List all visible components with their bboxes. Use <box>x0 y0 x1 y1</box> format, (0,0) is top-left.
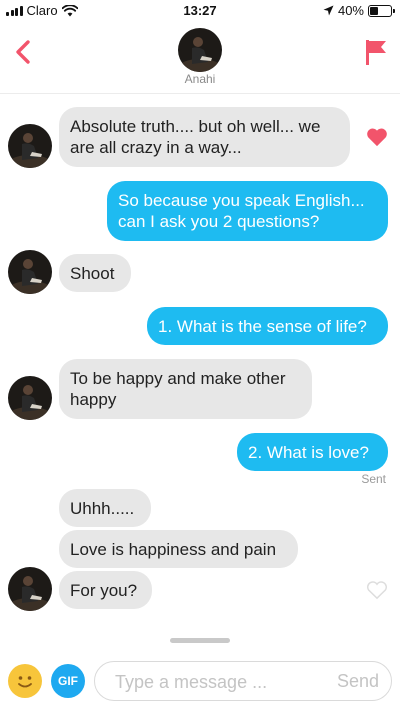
message-bubble-sent[interactable]: 1. What is the sense of life? <box>147 307 388 345</box>
avatar-photo <box>8 124 52 168</box>
avatar-photo <box>8 567 52 611</box>
like-heart-outline-icon[interactable] <box>366 580 388 600</box>
message-text: Absolute truth.... but oh well... we are… <box>70 117 321 157</box>
smiley-icon <box>18 676 32 688</box>
message-bubble-received[interactable]: Shoot <box>59 254 131 292</box>
flag-icon <box>366 40 386 65</box>
battery-percent: 40% <box>337 3 364 18</box>
chat-header: Anahi <box>0 22 400 94</box>
message-text: For you? <box>70 581 138 600</box>
status-right: 40% <box>323 3 395 18</box>
scroll-handle <box>170 638 230 643</box>
delivery-status: Sent <box>361 472 386 486</box>
message-bubble-sent[interactable]: So because you speak English... can I as… <box>107 181 388 241</box>
battery-level <box>370 6 378 15</box>
back-button[interactable] <box>10 36 38 68</box>
message-text: So because you speak English... can I as… <box>118 191 365 231</box>
chevron-left-icon <box>16 40 30 64</box>
like-heart-icon[interactable] <box>366 127 388 147</box>
gif-button[interactable]: GIF <box>51 664 85 698</box>
message-bubble-received[interactable]: For you? <box>59 571 152 609</box>
contact-name: Anahi <box>184 72 216 86</box>
message-bubble-received[interactable]: Uhhh..... <box>59 489 151 527</box>
message-text: 1. What is the sense of life? <box>158 317 367 336</box>
message-text: Uhhh..... <box>70 499 135 518</box>
send-button[interactable]: Send <box>337 671 379 692</box>
sender-avatar[interactable] <box>8 124 52 168</box>
emoji-button[interactable] <box>8 664 42 698</box>
avatar-photo <box>8 250 52 294</box>
message-bubble-received[interactable]: To be happy and make other happy <box>59 359 312 419</box>
message-bubble-received[interactable]: Love is happiness and pain <box>59 530 298 568</box>
sender-avatar[interactable] <box>8 376 52 420</box>
message-bubble-sent[interactable]: 2. What is love? <box>237 433 388 471</box>
message-text: To be happy and make other happy <box>70 369 286 409</box>
message-text: Shoot <box>70 264 115 283</box>
message-text: 2. What is love? <box>248 443 369 462</box>
message-input[interactable] <box>115 670 315 694</box>
message-bubble-received[interactable]: Absolute truth.... but oh well... we are… <box>59 107 350 167</box>
contact-avatar[interactable] <box>178 28 222 72</box>
sender-avatar[interactable] <box>8 250 52 294</box>
message-text: Love is happiness and pain <box>70 540 277 559</box>
message-input-field[interactable]: Send <box>94 661 392 701</box>
avatar-photo <box>8 376 52 420</box>
avatar-photo <box>178 28 222 72</box>
status-bar: Claro 13:27 40% <box>0 0 400 22</box>
location-arrow-icon <box>323 5 334 16</box>
report-flag-button[interactable] <box>364 38 388 66</box>
battery-icon <box>368 4 395 17</box>
sender-avatar[interactable] <box>8 567 52 611</box>
composer-bar: GIF Send <box>0 652 400 711</box>
